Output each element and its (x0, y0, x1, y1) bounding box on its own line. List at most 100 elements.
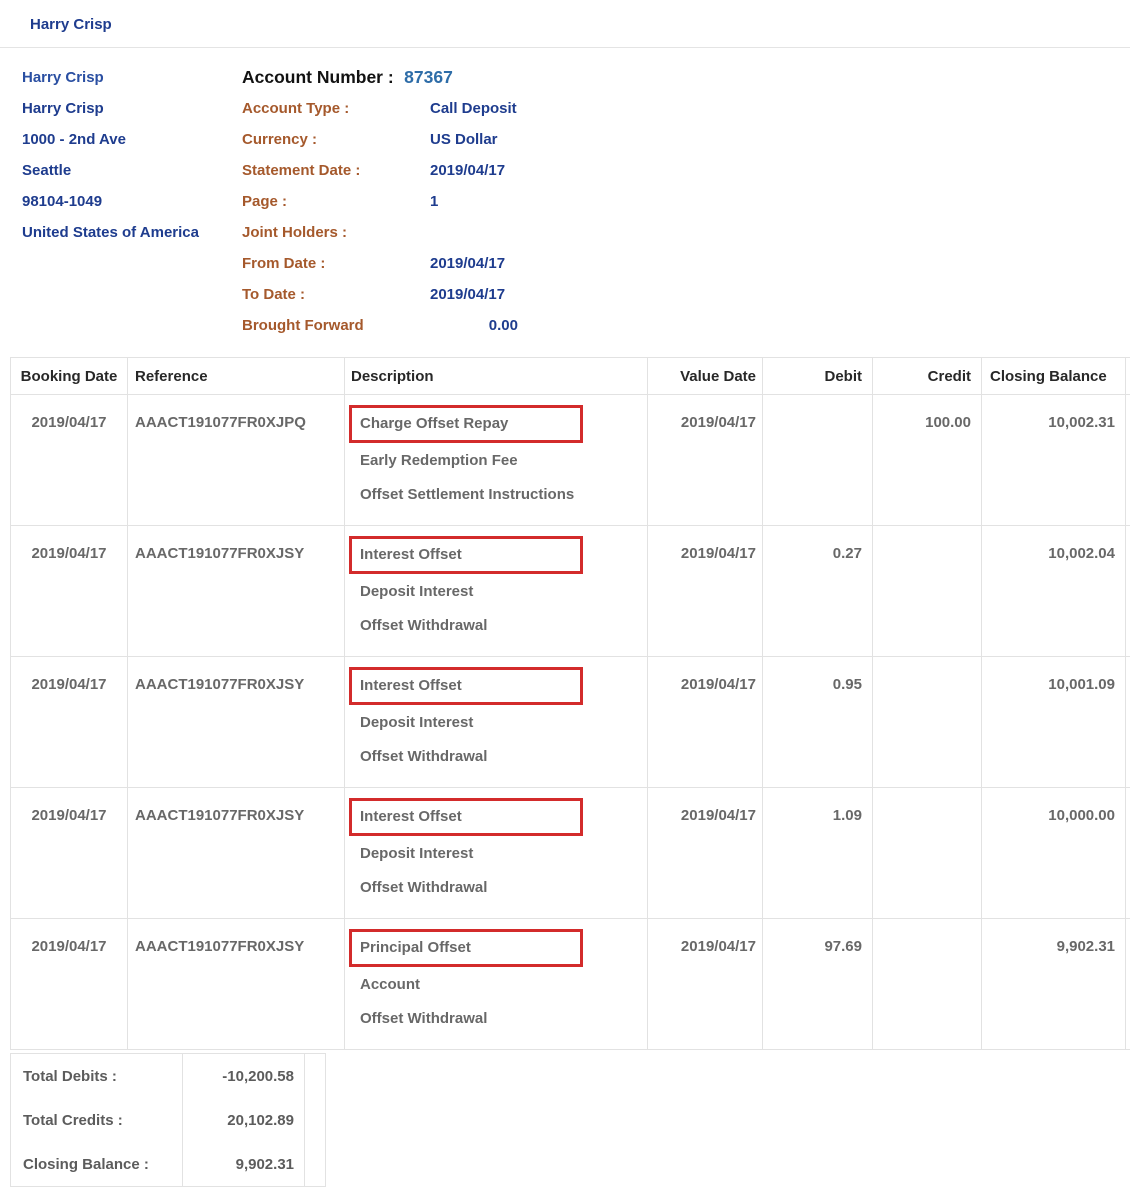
field-label-page: Page : (242, 186, 430, 217)
description-highlight-box: Principal Offset (349, 929, 583, 967)
closing-balance-cell: 10,000.00 (982, 788, 1126, 919)
column-header-debit: Debit (763, 358, 873, 395)
description-cell: Interest Offset Deposit Interest Offset … (345, 526, 648, 657)
page-title: Harry Crisp (0, 0, 1130, 33)
value-date-cell: 2019/04/17 (648, 788, 763, 919)
account-number-label: Account Number : (242, 67, 394, 87)
description-line: Deposit Interest (360, 713, 647, 733)
customer-zip: 98104-1049 (22, 186, 242, 217)
field-value-page: 1 (430, 193, 438, 210)
description-cell: Charge Offset Repay Early Redemption Fee… (345, 395, 648, 526)
value-date-cell: 2019/04/17 (648, 526, 763, 657)
summary-label-total-debits: Total Debits : (11, 1054, 183, 1099)
summary-label-closing-balance: Closing Balance : (11, 1142, 183, 1187)
field-row-brought-forward: Brought Forward0.00 (242, 310, 842, 341)
summary-value-total-credits: 20,102.89 (183, 1098, 305, 1142)
field-row-statement-date: Statement Date :2019/04/17 (242, 155, 842, 186)
reference-cell: AAACT191077FR0XJSY (128, 919, 345, 1050)
field-label-statement-date: Statement Date : (242, 155, 430, 186)
field-row-page: Page :1 (242, 186, 842, 217)
field-row-from-date: From Date :2019/04/17 (242, 248, 842, 279)
customer-city: Seattle (22, 155, 242, 186)
debit-cell: 97.69 (763, 919, 873, 1050)
value-date-cell: 2019/04/17 (648, 395, 763, 526)
closing-balance-cell: 9,902.31 (982, 919, 1126, 1050)
description-line: Deposit Interest (360, 844, 647, 864)
credit-cell: 100.00 (873, 395, 982, 526)
column-header-actions (1126, 358, 1130, 395)
account-details-block: Account Number : 87367 Account Type :Cal… (242, 62, 842, 341)
customer-country: United States of America (22, 217, 242, 248)
totals-summary-table: Total Debits : -10,200.58 Total Credits … (10, 1053, 326, 1187)
closing-balance-cell: 10,002.04 (982, 526, 1126, 657)
customer-name-line2: Harry Crisp (22, 93, 242, 124)
description-cell: Principal Offset Account Offset Withdraw… (345, 919, 648, 1050)
description-highlight-box: Interest Offset (349, 798, 583, 836)
row-actions-cell (1126, 919, 1130, 1050)
booking-date-cell: 2019/04/17 (11, 919, 128, 1050)
description-line: Early Redemption Fee (360, 451, 647, 471)
field-value-currency: US Dollar (430, 131, 498, 148)
field-value-from-date: 2019/04/17 (430, 255, 505, 272)
brought-forward-value: 0.00 (430, 310, 518, 341)
row-actions-cell (1126, 788, 1130, 919)
reference-cell: AAACT191077FR0XJSY (128, 657, 345, 788)
description-cell: Interest Offset Deposit Interest Offset … (345, 788, 648, 919)
column-header-credit: Credit (873, 358, 982, 395)
reference-cell: AAACT191077FR0XJSY (128, 788, 345, 919)
transactions-header-row: Booking Date Reference Description Value… (11, 358, 1130, 395)
booking-date-cell: 2019/04/17 (11, 395, 128, 526)
brought-forward-label: Brought Forward (242, 310, 430, 341)
booking-date-cell: 2019/04/17 (11, 657, 128, 788)
customer-name: Harry Crisp (22, 62, 242, 93)
debit-cell (763, 395, 873, 526)
credit-cell (873, 657, 982, 788)
field-value-to-date: 2019/04/17 (430, 286, 505, 303)
customer-street: 1000 - 2nd Ave (22, 124, 242, 155)
account-number-row: Account Number : 87367 (242, 62, 842, 93)
transaction-row: 2019/04/17 AAACT191077FR0XJSY Interest O… (11, 657, 1130, 788)
field-value-statement-date: 2019/04/17 (430, 162, 505, 179)
field-label-currency: Currency : (242, 124, 430, 155)
description-highlight-box: Interest Offset (349, 536, 583, 574)
field-row-currency: Currency :US Dollar (242, 124, 842, 155)
transaction-row: 2019/04/17 AAACT191077FR0XJSY Principal … (11, 919, 1130, 1050)
credit-cell (873, 526, 982, 657)
debit-cell: 0.95 (763, 657, 873, 788)
description-line: Offset Withdrawal (360, 747, 647, 767)
description-line: Offset Withdrawal (360, 616, 647, 636)
debit-cell: 0.27 (763, 526, 873, 657)
page-header: Harry Crisp (0, 0, 1130, 48)
credit-cell (873, 919, 982, 1050)
summary-row: Total Debits : -10,200.58 (11, 1054, 326, 1099)
summary-spacer-cell (305, 1142, 326, 1187)
column-header-closing-balance: Closing Balance (982, 358, 1126, 395)
closing-balance-cell: 10,002.31 (982, 395, 1126, 526)
description-cell: Interest Offset Deposit Interest Offset … (345, 657, 648, 788)
description-line: Account (360, 975, 647, 995)
summary-label-total-credits: Total Credits : (11, 1098, 183, 1142)
description-line: Offset Withdrawal (360, 1009, 647, 1029)
field-label-from-date: From Date : (242, 248, 430, 279)
summary-spacer-cell (305, 1098, 326, 1142)
transactions-table: Booking Date Reference Description Value… (10, 357, 1130, 1050)
credit-cell (873, 788, 982, 919)
field-row-joint-holders: Joint Holders : (242, 217, 842, 248)
reference-cell: AAACT191077FR0XJSY (128, 526, 345, 657)
row-actions-cell (1126, 526, 1130, 657)
column-header-description: Description (345, 358, 648, 395)
account-number-value: 87367 (404, 67, 453, 87)
description-line: Offset Withdrawal (360, 878, 647, 898)
summary-value-total-debits: -10,200.58 (183, 1054, 305, 1099)
summary-row: Closing Balance : 9,902.31 (11, 1142, 326, 1187)
column-header-value-date: Value Date (648, 358, 763, 395)
transaction-row: 2019/04/17 AAACT191077FR0XJSY Interest O… (11, 788, 1130, 919)
transaction-row: 2019/04/17 AAACT191077FR0XJSY Interest O… (11, 526, 1130, 657)
value-date-cell: 2019/04/17 (648, 919, 763, 1050)
row-actions-cell (1126, 395, 1130, 526)
booking-date-cell: 2019/04/17 (11, 788, 128, 919)
statement-info-section: Harry Crisp Harry Crisp 1000 - 2nd Ave S… (0, 48, 1130, 341)
description-line: Deposit Interest (360, 582, 647, 602)
field-value-account-type: Call Deposit (430, 100, 517, 117)
value-date-cell: 2019/04/17 (648, 657, 763, 788)
